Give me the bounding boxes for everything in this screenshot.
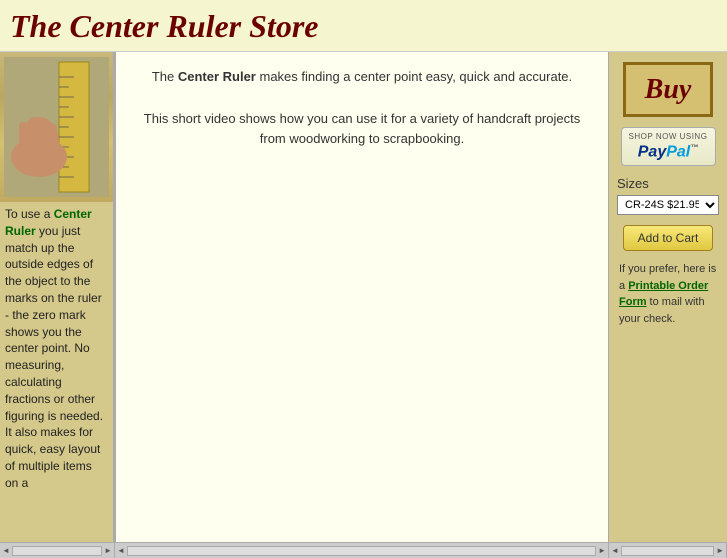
scroll-arrow-right2[interactable]: ► [598,546,606,555]
paypal-pal-text: Pal [666,143,690,160]
add-to-cart-button[interactable]: Add to Cart [623,225,713,251]
page-title: The Center Ruler Store [10,8,717,45]
paypal-button[interactable]: SHOP NOW USING PayPal™ [621,127,716,166]
sidebar-intro-text1: To use a [5,207,54,221]
sizes-section: Sizes CR-24S $21.95 [617,176,719,215]
ruler-illustration [4,57,109,197]
size-select[interactable]: CR-24S $21.95 [617,195,719,215]
scroll-arrow-left1[interactable]: ◄ [2,546,10,555]
left-sidebar-scrollable[interactable]: To use a Center Ruler you just match up … [0,52,113,542]
bottom-scrollbar-row: ◄ ► ◄ ► ◄ ► [0,542,727,558]
main-layout: To use a Center Ruler you just match up … [0,52,727,542]
scroll-arrow-right3[interactable]: ► [716,546,724,555]
ruler-image [0,52,113,202]
center-intro-text: The Center Ruler makes finding a center … [136,67,588,150]
center-video-area [136,165,588,445]
scroll-track-center[interactable] [127,546,596,556]
paypal-pay-text: Pay [638,143,666,160]
center-ruler-bold: Center Ruler [178,69,256,84]
printable-section: If you prefer, here is a Printable Order… [617,261,719,327]
scroll-arrow-right1[interactable]: ► [104,546,112,555]
scroll-arrow-left3[interactable]: ◄ [611,546,619,555]
right-sidebar-hscroll[interactable]: ◄ ► [609,543,727,558]
left-sidebar: To use a Center Ruler you just match up … [0,52,115,542]
center-content: The Center Ruler makes finding a center … [115,52,609,542]
paypal-shop-text: SHOP NOW USING [627,132,710,141]
buy-box: Buy [623,62,713,117]
center-para1: The Center Ruler makes finding a center … [136,67,588,88]
left-sidebar-hscroll[interactable]: ◄ ► [0,543,115,558]
page-header: The Center Ruler Store [0,0,727,52]
center-para2: This short video shows how you can use i… [136,109,588,151]
center-scrollable[interactable]: The Center Ruler makes finding a center … [116,52,608,542]
add-to-cart-label: Add to Cart [638,231,699,245]
scroll-track-right[interactable] [621,546,714,556]
scroll-track-left1[interactable] [12,546,102,556]
buy-label: Buy [645,74,692,106]
sidebar-intro-text2: you just match up the outside edges of t… [5,224,103,490]
sizes-label: Sizes [617,176,719,191]
center-hscroll[interactable]: ◄ ► [115,543,609,558]
right-sidebar[interactable]: Buy SHOP NOW USING PayPal™ Sizes CR-24S … [609,52,727,542]
paypal-tm: ™ [690,143,698,152]
paypal-logo: PayPal™ [627,143,710,161]
scroll-arrow-left2[interactable]: ◄ [117,546,125,555]
sidebar-text: To use a Center Ruler you just match up … [0,202,113,496]
